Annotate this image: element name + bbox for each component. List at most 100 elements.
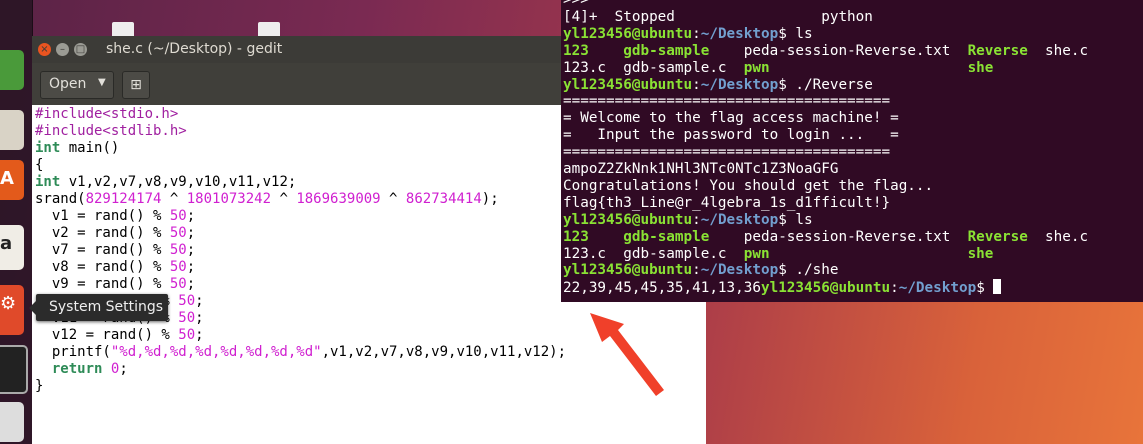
terminal-line-segment: ~/Desktop bbox=[700, 211, 779, 228]
code-line-segment: v7 = rand() % bbox=[35, 242, 170, 258]
code-line: { bbox=[35, 157, 43, 174]
terminal-line-segment: ~/Desktop bbox=[700, 262, 779, 279]
terminal-line: = Welcome to the flag access machine! = bbox=[563, 110, 899, 127]
terminal-line-segment: ====================================== bbox=[563, 93, 891, 110]
terminal-line-segment: yl123456@ubuntu bbox=[563, 262, 693, 279]
terminal-line-segment: : bbox=[692, 211, 701, 228]
code-line-segment: printf( bbox=[35, 344, 111, 360]
terminal-line-segment: : bbox=[890, 280, 899, 297]
code-line-segment: v1,v2,v7,v8,v9,v10,v11,v12; bbox=[60, 174, 297, 190]
tooltip: System Settings bbox=[29, 294, 168, 321]
code-line-segment: 50 bbox=[178, 293, 196, 309]
code-line-segment: 50 bbox=[169, 259, 187, 275]
code-line-segment: ; bbox=[195, 327, 204, 343]
code-line-segment: ; bbox=[186, 225, 196, 241]
code-line: v8 = rand() % 50; bbox=[35, 259, 195, 276]
system-settings-icon[interactable]: ⚙ bbox=[0, 285, 24, 335]
code-line: #include<stdio.h> bbox=[35, 106, 178, 123]
minimize-icon[interactable]: – bbox=[56, 43, 69, 56]
code-line-segment: ; bbox=[186, 208, 196, 224]
code-line-segment: ,v1,v2,v7,v8,v9,v10,v11,v12); bbox=[321, 344, 567, 360]
code-line: return 0; bbox=[35, 361, 128, 378]
window-title: she.c (~/Desktop) - gedit bbox=[106, 41, 283, 57]
maximize-icon[interactable]: □ bbox=[74, 43, 87, 56]
code-line-segment: 50 bbox=[178, 310, 196, 326]
code-line-segment: srand( bbox=[35, 191, 86, 207]
code-line: int main() bbox=[35, 140, 119, 157]
terminal-line: ====================================== bbox=[563, 144, 890, 161]
text-editor-icon[interactable] bbox=[0, 402, 24, 442]
terminal-line-segment: pwn bbox=[743, 245, 770, 262]
terminal-icon[interactable] bbox=[0, 345, 28, 394]
terminal-line-segment: she bbox=[967, 245, 994, 262]
code-line-segment: 1869639009 bbox=[296, 191, 381, 207]
new-tab-button[interactable]: ⊞ bbox=[122, 71, 150, 99]
code-line: int v1,v2,v7,v8,v9,v10,v11,v12; bbox=[35, 174, 296, 191]
terminal-line: 123 gdb-sample peda-session-Reverse.txt … bbox=[563, 229, 1088, 246]
launcher: A a ⚙ bbox=[0, 0, 33, 444]
terminal-line-segment: >>> bbox=[563, 0, 589, 8]
terminal-line-segment: Reverse bbox=[967, 228, 1028, 245]
terminal-line-segment: = Input the password to login ... = bbox=[563, 127, 899, 144]
code-line: v7 = rand() % 50; bbox=[35, 242, 195, 259]
code-line-segment bbox=[35, 361, 52, 377]
terminal-line-segment: = Welcome to the flag access machine! = bbox=[563, 110, 899, 127]
open-button[interactable]: Open ▼ bbox=[40, 71, 114, 99]
terminal-line-segment: gdb-sample bbox=[623, 228, 710, 245]
terminal-line-segment: $ ./Reverse bbox=[778, 76, 873, 93]
terminal-line: yl123456@ubuntu:~/Desktop$ ./Reverse bbox=[563, 77, 873, 94]
terminal-line-segment: Congratulations! You should get the flag… bbox=[563, 177, 934, 194]
terminal-line-segment: she.c bbox=[1027, 228, 1089, 245]
terminal-line-segment: peda-session-Reverse.txt bbox=[709, 228, 968, 245]
software-center-icon[interactable]: A bbox=[0, 160, 24, 200]
terminal-line-segment: [4]+ Stopped python bbox=[563, 8, 873, 25]
code-line: v12 = rand() % 50; bbox=[35, 327, 204, 344]
amazon-icon[interactable]: a bbox=[0, 225, 24, 270]
terminal-line-segment: 22,39,45,45,35,41,13,36 bbox=[563, 280, 761, 297]
terminal-line: flag{th3_Line@r_4lgebra_1s_d1fficult!} bbox=[563, 195, 890, 212]
code-line-segment: 50 bbox=[169, 276, 187, 292]
code-line-segment: v9 = rand() % bbox=[35, 276, 170, 292]
code-line-segment: return bbox=[51, 361, 103, 377]
terminal-line-segment: ~/Desktop bbox=[898, 280, 977, 297]
terminal-line: [4]+ Stopped python bbox=[563, 9, 873, 26]
spreadsheet-icon[interactable] bbox=[0, 50, 24, 90]
code-line: v9 = rand() % 50; bbox=[35, 276, 195, 293]
terminal-line: yl123456@ubuntu:~/Desktop$ ls bbox=[563, 26, 813, 43]
terminal-line-segment: 123 bbox=[563, 228, 589, 245]
terminal-line-segment: she bbox=[967, 59, 994, 76]
tooltip-text: System Settings bbox=[49, 299, 164, 315]
code-line-segment: } bbox=[35, 378, 44, 394]
terminal-line: 123.c gdb-sample.c pwn she bbox=[563, 246, 993, 263]
code-line-segment: #include<stdio.h> bbox=[35, 106, 179, 122]
code-line-segment: ; bbox=[186, 259, 196, 275]
code-line-segment: ; bbox=[186, 276, 196, 292]
terminal-line-segment: $ ls bbox=[778, 211, 813, 228]
terminal-line: = Input the password to login ... = bbox=[563, 127, 899, 144]
terminal-line: 123 gdb-sample peda-session-Reverse.txt … bbox=[563, 43, 1088, 60]
terminal-line-segment: $ ./she bbox=[778, 262, 839, 279]
terminal-line-segment: yl123456@ubuntu bbox=[760, 280, 891, 297]
terminal-line-segment: peda-session-Reverse.txt bbox=[709, 42, 968, 59]
terminal-line-segment: yl123456@ubuntu bbox=[563, 211, 693, 228]
terminal-line-segment: gdb-sample bbox=[623, 42, 710, 59]
code-line: printf("%d,%d,%d,%d,%d,%d,%d,%d",v1,v2,v… bbox=[35, 344, 566, 361]
code-line-segment: ); bbox=[481, 191, 499, 207]
terminal-line-segment bbox=[770, 60, 968, 76]
terminal-line-segment: ====================================== bbox=[563, 144, 891, 161]
terminal-line: 123.c gdb-sample.c pwn she bbox=[563, 60, 993, 77]
close-icon[interactable]: × bbox=[38, 43, 51, 56]
terminal-line: 22,39,45,45,35,41,13,36yl123456@ubuntu:~… bbox=[563, 279, 1002, 297]
terminal-line: Congratulations! You should get the flag… bbox=[563, 178, 933, 195]
presentation-icon[interactable] bbox=[0, 110, 24, 150]
code-line-segment: ^ bbox=[380, 191, 406, 207]
terminal-line-segment: Reverse bbox=[967, 42, 1028, 59]
terminal-line-segment: 123.c gdb-sample.c bbox=[563, 59, 744, 76]
code-line-segment: 1801073242 bbox=[186, 191, 272, 207]
terminal-line-segment: yl123456@ubuntu bbox=[563, 76, 693, 93]
terminal-line-segment bbox=[589, 43, 623, 59]
terminal-window[interactable]: >>> [4]+ Stopped python yl123456@ubuntu:~/… bbox=[561, 0, 1143, 302]
terminal-line-segment: : bbox=[692, 25, 701, 42]
code-line-segment: int bbox=[35, 140, 61, 156]
terminal-line: ampoZ2ZkNnk1NHl3NTc0NTc1Z3NoaGFG bbox=[563, 161, 838, 178]
